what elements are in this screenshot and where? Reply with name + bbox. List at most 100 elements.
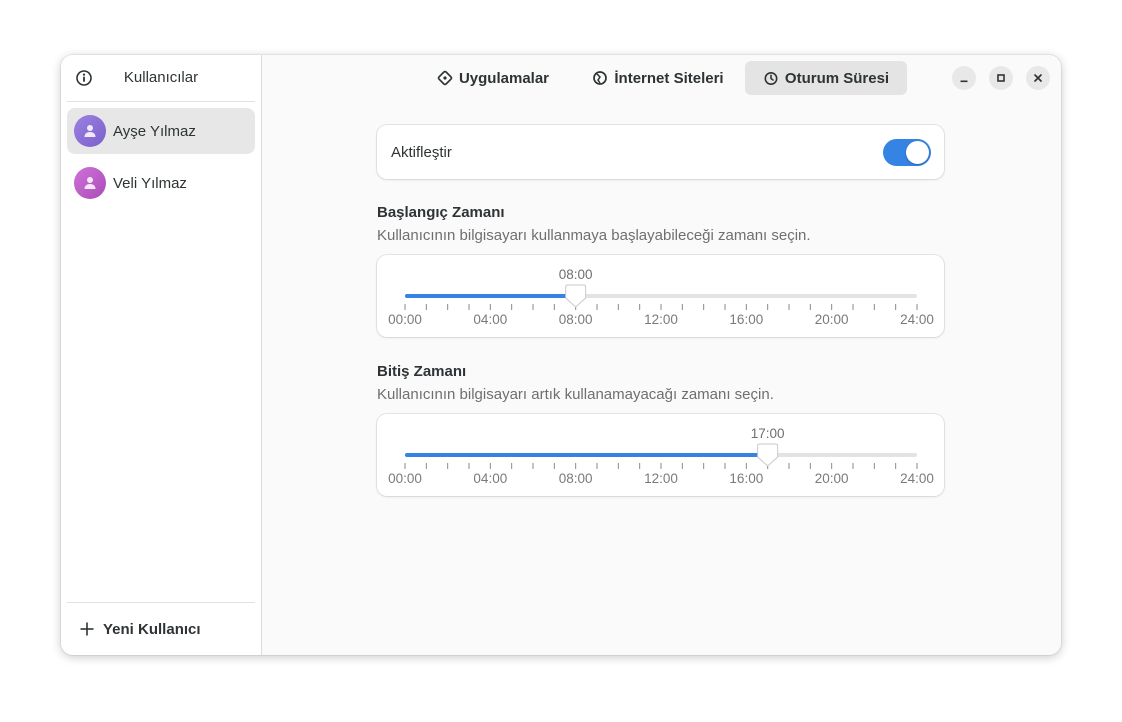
- slider-tick: [809, 463, 811, 469]
- slider-tick-label: 24:00: [900, 471, 934, 486]
- person-icon: [84, 177, 96, 189]
- slider-tick: [916, 304, 918, 310]
- slider-tick: [831, 463, 833, 469]
- slider-tick-label: 20:00: [815, 312, 849, 327]
- start-time-description: Kullanıcının bilgisayarı kullanmaya başl…: [377, 227, 811, 244]
- new-user-button[interactable]: Yeni Kullanıcı: [67, 613, 255, 645]
- slider-value-label: 17:00: [751, 426, 785, 441]
- minimize-icon: [960, 80, 968, 83]
- slider-tick-label: 04:00: [473, 471, 507, 486]
- slider-tick-label: 12:00: [644, 471, 678, 486]
- slider-tick: [425, 463, 427, 469]
- app-window: Kullanıcılar Ayşe Yılmaz Veli Yılmaz Yen…: [61, 55, 1061, 655]
- user-name: Ayşe Yılmaz: [113, 122, 196, 140]
- slider-tick: [660, 463, 662, 469]
- sidebar-divider: [67, 602, 255, 603]
- slider-knob[interactable]: [565, 284, 587, 308]
- slider-tick: [639, 463, 641, 469]
- plus-icon: [80, 622, 94, 636]
- new-user-label: Yeni Kullanıcı: [103, 620, 201, 638]
- start-time-card: 00:00 04:00 08:00 12:00 16:00 20:00 24:00 08:00: [377, 255, 944, 337]
- minimize-button[interactable]: [952, 66, 976, 90]
- slider-tick: [852, 304, 854, 310]
- slider-tick-label: 04:00: [473, 312, 507, 327]
- slider-knob[interactable]: [757, 443, 779, 467]
- avatar: [74, 167, 106, 199]
- slider-fill: [405, 453, 768, 457]
- start-time-title: Başlangıç Zamanı: [377, 204, 505, 221]
- slider-tick: [575, 463, 577, 469]
- slider-tick-label: 12:00: [644, 312, 678, 327]
- slider-tick: [660, 304, 662, 310]
- slider-tick: [809, 304, 811, 310]
- slider-fill: [405, 294, 576, 298]
- sidebar-header: Kullanıcılar: [61, 55, 261, 101]
- close-icon: [1034, 74, 1042, 82]
- slider-tick: [553, 463, 555, 469]
- slider-tick: [468, 304, 470, 310]
- end-time-slider[interactable]: 00:00 04:00 08:00 12:00 16:00 20:00 24:00 17:00: [377, 414, 944, 496]
- slider-tick-label: 08:00: [559, 312, 593, 327]
- slider-tick: [489, 304, 491, 310]
- tab-label: Oturum Süresi: [784, 69, 890, 87]
- slider-tick: [617, 304, 619, 310]
- slider-tick: [639, 304, 641, 310]
- slider-tick: [681, 463, 683, 469]
- slider-tick: [596, 463, 598, 469]
- slider-tick: [895, 304, 897, 310]
- slider-tick: [511, 463, 513, 469]
- tab-session-time[interactable]: Oturum Süresi: [745, 61, 907, 95]
- slider-tick: [596, 304, 598, 310]
- slider-tick: [767, 304, 769, 310]
- slider-tick: [404, 463, 406, 469]
- maximize-button[interactable]: [989, 66, 1013, 90]
- slider-tick: [404, 304, 406, 310]
- slider-tick: [681, 304, 683, 310]
- end-time-title: Bitiş Zamanı: [377, 363, 467, 380]
- slider-tick: [745, 304, 747, 310]
- end-time-description: Kullanıcının bilgisayarı artık kullanama…: [377, 386, 774, 403]
- enable-switch[interactable]: [883, 139, 931, 166]
- slider-tick: [724, 304, 726, 310]
- tab-apps[interactable]: Uygulamalar: [425, 61, 561, 95]
- slider-tick: [895, 463, 897, 469]
- slider-tick: [447, 304, 449, 310]
- tab-label: İnternet Siteleri: [614, 69, 724, 87]
- slider-tick-label: 08:00: [559, 471, 593, 486]
- slider-tick: [724, 463, 726, 469]
- slider-value-label: 08:00: [559, 267, 593, 282]
- apps-icon: [437, 70, 453, 86]
- slider-tick: [489, 463, 491, 469]
- slider-tick-label: 20:00: [815, 471, 849, 486]
- user-item-ayse[interactable]: Ayşe Yılmaz: [67, 108, 255, 154]
- switch-knob: [906, 141, 929, 164]
- maximize-icon: [997, 74, 1005, 82]
- slider-tick: [916, 463, 918, 469]
- slider-tick: [617, 463, 619, 469]
- tab-websites[interactable]: İnternet Siteleri: [577, 61, 739, 95]
- sidebar-divider: [67, 101, 255, 102]
- close-button[interactable]: [1026, 66, 1050, 90]
- slider-tick: [831, 304, 833, 310]
- avatar: [74, 115, 106, 147]
- slider-tick: [511, 304, 513, 310]
- globe-icon: [593, 71, 608, 85]
- slider-tick: [873, 463, 875, 469]
- slider-tick: [788, 463, 790, 469]
- slider-tick: [425, 304, 427, 310]
- slider-tick: [703, 304, 705, 310]
- slider-tick-label: 00:00: [388, 312, 422, 327]
- user-name: Veli Yılmaz: [113, 174, 187, 192]
- slider-tick: [788, 304, 790, 310]
- clock-icon: [764, 72, 778, 85]
- slider-tick: [852, 463, 854, 469]
- slider-tick-label: 16:00: [729, 312, 763, 327]
- slider-tick: [745, 463, 747, 469]
- slider-tick: [532, 304, 534, 310]
- start-time-slider[interactable]: 00:00 04:00 08:00 12:00 16:00 20:00 24:00 08:00: [377, 255, 944, 337]
- slider-tick: [532, 463, 534, 469]
- end-time-card: 00:00 04:00 08:00 12:00 16:00 20:00 24:00 17:00: [377, 414, 944, 496]
- slider-tick-label: 24:00: [900, 312, 934, 327]
- slider-tick: [468, 463, 470, 469]
- user-item-veli[interactable]: Veli Yılmaz: [67, 160, 255, 206]
